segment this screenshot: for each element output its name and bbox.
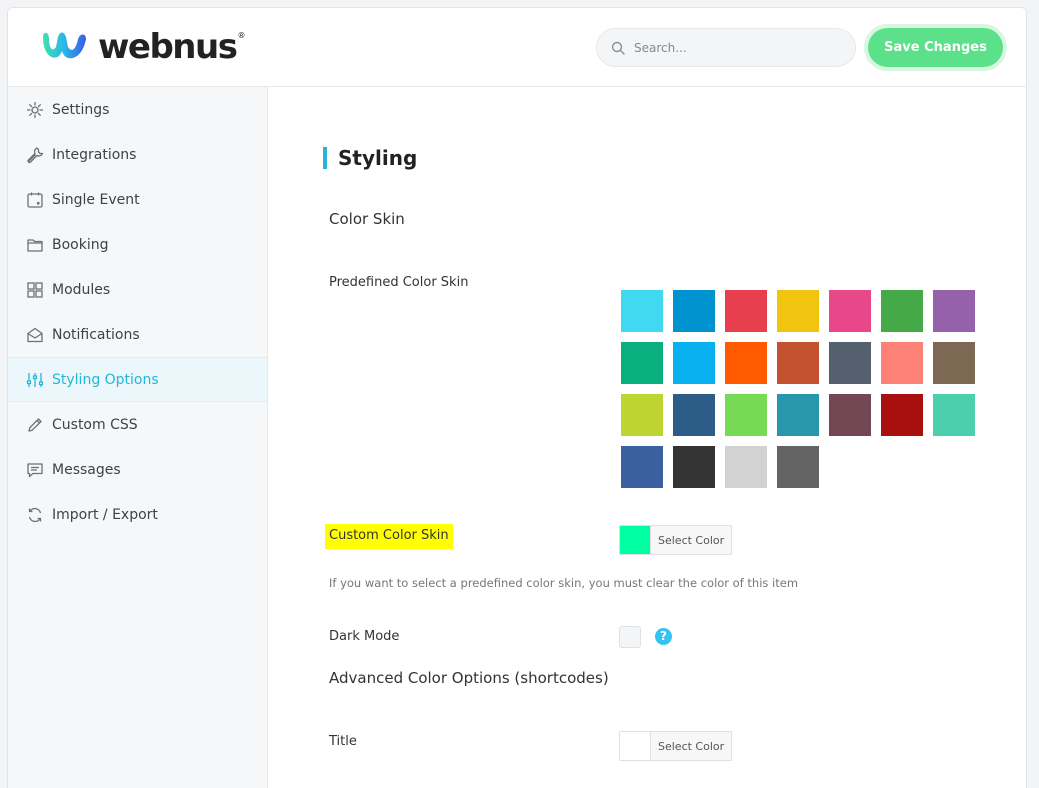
main-content: Styling Color Skin Predefined Color Skin… (269, 87, 1026, 788)
color-skin-heading: Color Skin (329, 210, 405, 228)
custom-skin-help-text: If you want to select a predefined color… (329, 576, 799, 590)
sync-icon (25, 505, 45, 525)
pencil-icon (25, 415, 45, 435)
sidebar-item-custom-css[interactable]: Custom CSS (8, 402, 267, 447)
color-swatch[interactable] (933, 342, 975, 384)
help-icon[interactable]: ? (655, 628, 672, 645)
search-icon (611, 41, 625, 55)
sidebar-item-label: Custom CSS (52, 416, 138, 433)
advanced-color-options-heading: Advanced Color Options (shortcodes) (329, 669, 609, 687)
wrench-icon (25, 145, 45, 165)
title-color-picker[interactable]: Select Color (619, 731, 733, 761)
sidebar-item-label: Integrations (52, 146, 137, 163)
predefined-color-swatches (621, 290, 981, 488)
sidebar-item-label: Import / Export (52, 506, 158, 523)
registered-mark: ® (237, 30, 246, 40)
sidebar-item-label: Single Event (52, 191, 140, 208)
color-swatch[interactable] (673, 290, 715, 332)
envelope-icon (25, 325, 45, 345)
color-swatch[interactable] (621, 290, 663, 332)
highlight-marker: Custom Color Skin (325, 524, 453, 549)
color-swatch[interactable] (725, 446, 767, 488)
sidebar-item-single-event[interactable]: Single Event (8, 177, 267, 222)
settings-window: webnus ® Save Changes Settings Integrati… (7, 7, 1027, 788)
title-color-label: Title (329, 734, 357, 749)
chat-icon (25, 460, 45, 480)
search-input[interactable] (634, 40, 834, 55)
color-swatch[interactable] (829, 290, 871, 332)
title-color-chip[interactable] (620, 732, 650, 760)
color-swatch[interactable] (621, 394, 663, 436)
grid-icon (25, 280, 45, 300)
save-changes-button[interactable]: Save Changes (868, 28, 1003, 67)
color-swatch[interactable] (881, 342, 923, 384)
custom-color-skin-label: Custom Color Skin (325, 524, 453, 549)
gear-icon (25, 100, 45, 120)
color-swatch[interactable] (725, 394, 767, 436)
color-swatch[interactable] (881, 394, 923, 436)
sidebar-item-messages[interactable]: Messages (8, 447, 267, 492)
sidebar-item-modules[interactable]: Modules (8, 267, 267, 312)
sidebar-item-styling-options[interactable]: Styling Options (8, 357, 267, 402)
color-swatch[interactable] (881, 290, 923, 332)
search-box[interactable] (596, 28, 856, 67)
sidebar-item-label: Notifications (52, 326, 140, 343)
webnus-logo: webnus ® (40, 27, 245, 67)
sidebar-item-label: Messages (52, 461, 121, 478)
color-swatch[interactable] (777, 446, 819, 488)
sidebar-item-notifications[interactable]: Notifications (8, 312, 267, 357)
sidebar-item-label: Settings (52, 101, 110, 118)
color-swatch[interactable] (933, 290, 975, 332)
color-swatch[interactable] (777, 290, 819, 332)
header: webnus ® Save Changes (8, 8, 1026, 87)
color-swatch[interactable] (933, 394, 975, 436)
dark-mode-checkbox[interactable] (619, 626, 641, 648)
color-swatch[interactable] (777, 394, 819, 436)
sidebar-item-label: Modules (52, 281, 111, 298)
select-color-button[interactable]: Select Color (650, 526, 732, 554)
sidebar-item-label: Booking (52, 236, 109, 253)
custom-color-chip[interactable] (620, 526, 650, 554)
color-swatch[interactable] (621, 446, 663, 488)
color-swatch[interactable] (673, 394, 715, 436)
color-swatch[interactable] (673, 342, 715, 384)
sidebar-item-settings[interactable]: Settings (8, 87, 267, 132)
color-swatch[interactable] (621, 342, 663, 384)
webnus-logo-icon (43, 32, 86, 59)
sidebar-item-label: Styling Options (52, 371, 159, 388)
folder-icon (25, 235, 45, 255)
color-swatch[interactable] (829, 342, 871, 384)
color-swatch[interactable] (777, 342, 819, 384)
color-swatch[interactable] (725, 342, 767, 384)
sidebar-item-import-export[interactable]: Import / Export (8, 492, 267, 537)
calendar-icon (25, 190, 45, 210)
title-select-color-button[interactable]: Select Color (650, 732, 732, 760)
brand-name: webnus (98, 27, 238, 67)
sidebar: Settings Integrations Single Event Booki… (8, 87, 268, 788)
color-swatch[interactable] (673, 446, 715, 488)
page-title: Styling (323, 147, 417, 169)
custom-color-picker[interactable]: Select Color (619, 525, 733, 555)
color-swatch[interactable] (829, 394, 871, 436)
dark-mode-label: Dark Mode (329, 629, 400, 644)
sliders-icon (25, 370, 45, 390)
predefined-color-skin-label: Predefined Color Skin (329, 275, 469, 290)
sidebar-item-booking[interactable]: Booking (8, 222, 267, 267)
color-swatch[interactable] (725, 290, 767, 332)
sidebar-item-integrations[interactable]: Integrations (8, 132, 267, 177)
